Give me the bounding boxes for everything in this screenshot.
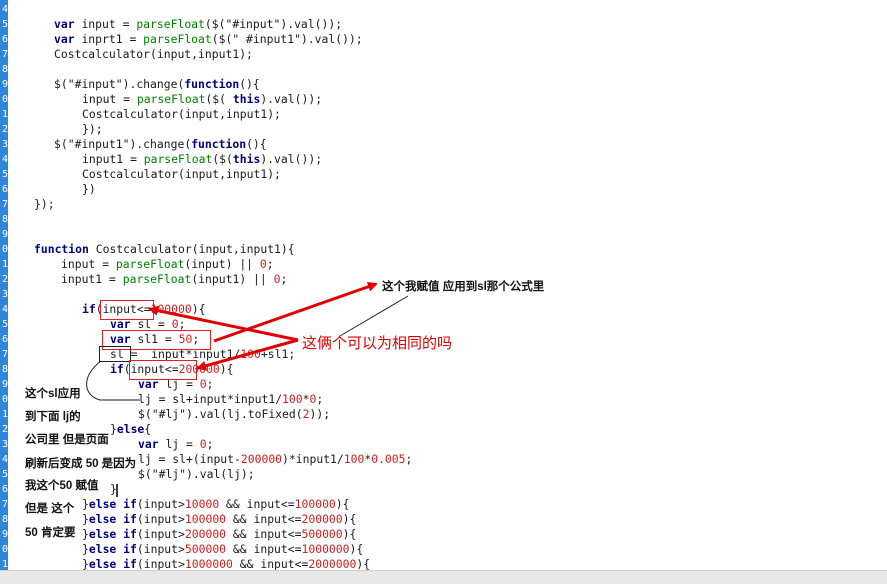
left-note-line: 这个sl应用 xyxy=(25,388,81,400)
highlight-box-nested-input xyxy=(129,360,197,380)
left-note-line: 我这个50 赋值 xyxy=(25,480,99,492)
left-note-line: 刷新后变成 50 是因为 xyxy=(25,458,137,470)
highlight-box-sl xyxy=(99,346,131,362)
top-right-note: 这个我赋值 应用到sl那个公式里 xyxy=(382,281,545,293)
highlight-box-if-input xyxy=(100,300,154,320)
left-note-line: 到下面 lj的 xyxy=(25,411,81,423)
left-note-line: 50 肯定要 xyxy=(25,527,76,539)
left-note-line: 但是 这个 xyxy=(25,503,75,515)
left-note-line: 公司里 但是页面 xyxy=(25,434,109,446)
leader-line xyxy=(339,295,409,337)
middle-note: 这俩个可以为相同的吗 xyxy=(302,335,453,352)
arrow-to-nested-if-input xyxy=(196,338,299,371)
